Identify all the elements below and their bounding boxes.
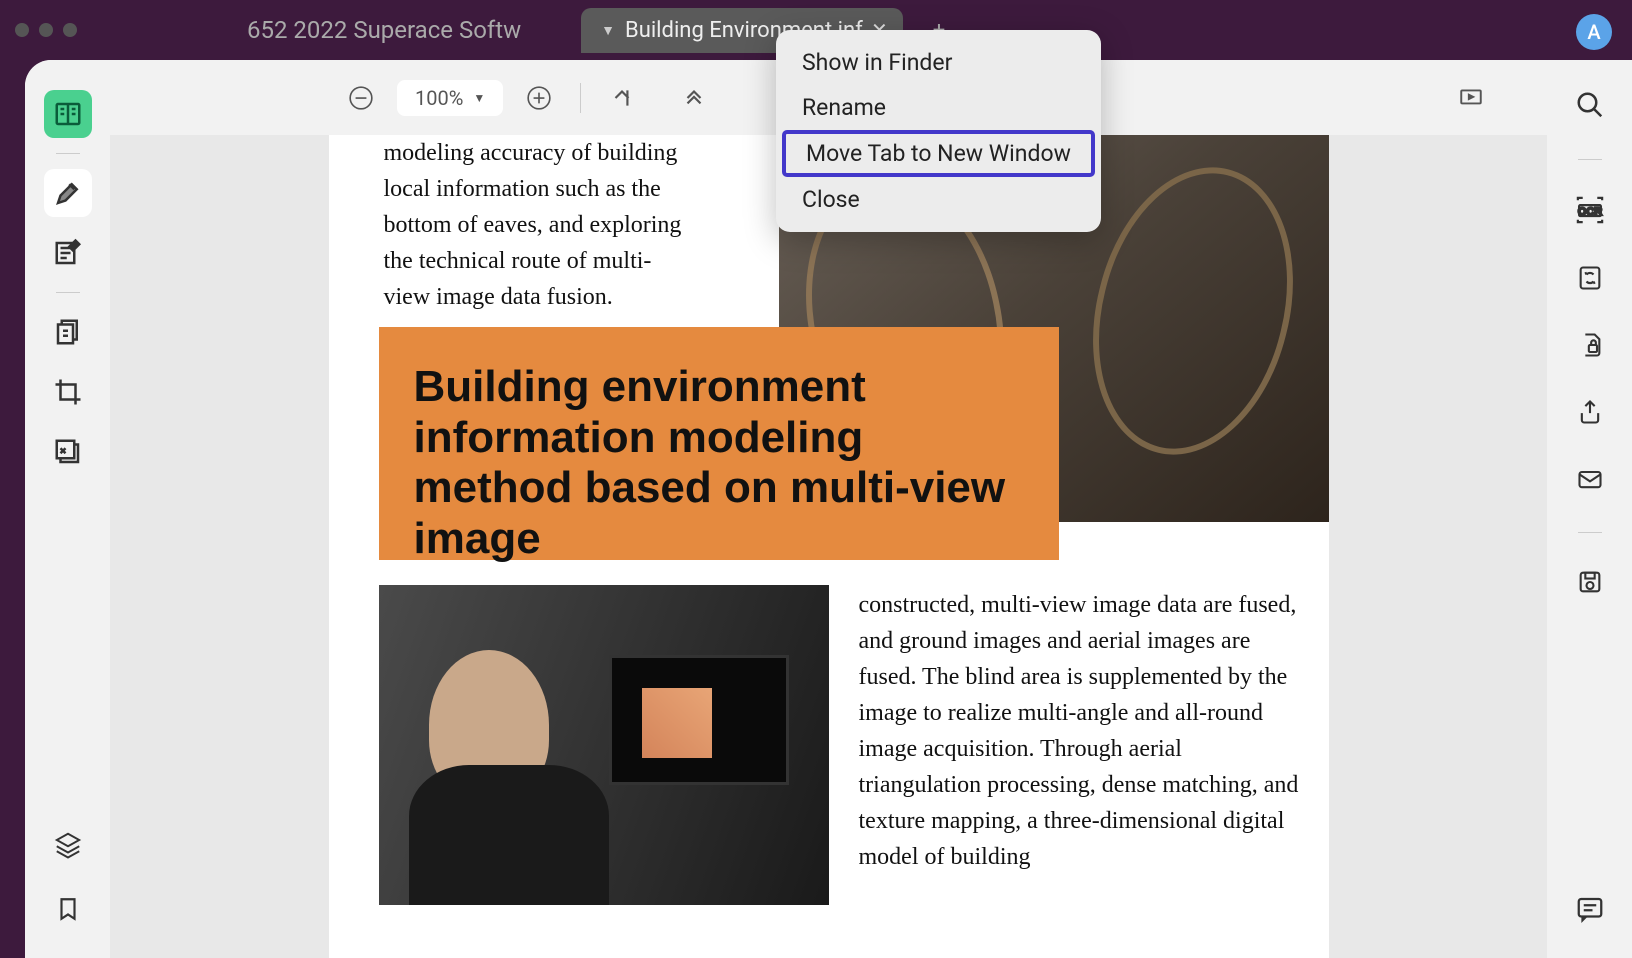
page-manager-button[interactable] bbox=[44, 308, 92, 356]
document-viewport[interactable]: modeling accuracy of building local info… bbox=[110, 135, 1547, 958]
tab-dropdown-icon[interactable]: ▼ bbox=[601, 22, 615, 39]
document-page: modeling accuracy of building local info… bbox=[329, 135, 1329, 958]
article-heading: Building environment information modelin… bbox=[414, 362, 1024, 564]
reader-mode-button[interactable] bbox=[44, 90, 92, 138]
rail-separator bbox=[56, 292, 80, 293]
zoom-in-button[interactable] bbox=[518, 77, 560, 119]
zoom-out-button[interactable] bbox=[340, 77, 382, 119]
bookmark-button[interactable] bbox=[55, 894, 81, 928]
prev-page-button[interactable] bbox=[673, 77, 715, 119]
zoom-level-value: 100% bbox=[415, 86, 463, 110]
figure-workstation bbox=[379, 585, 829, 905]
layers-button[interactable] bbox=[53, 830, 83, 864]
left-tool-rail bbox=[25, 60, 110, 958]
heading-callout: Building environment information modelin… bbox=[379, 327, 1059, 560]
email-button[interactable] bbox=[1576, 465, 1604, 497]
first-page-button[interactable] bbox=[601, 77, 643, 119]
rail-separator bbox=[1578, 532, 1602, 533]
highlight-tool-button[interactable] bbox=[44, 169, 92, 217]
rail-separator bbox=[1578, 159, 1602, 160]
body-text-lower: constructed, multi-view image data are f… bbox=[859, 587, 1304, 875]
background-tab-title[interactable]: 652 2022 Superace Softw bbox=[247, 16, 521, 44]
close-window-button[interactable] bbox=[15, 23, 29, 37]
protect-button[interactable] bbox=[1576, 331, 1604, 363]
user-avatar[interactable]: A bbox=[1576, 14, 1612, 50]
menu-move-to-new-window[interactable]: Move Tab to New Window bbox=[782, 130, 1095, 177]
menu-rename[interactable]: Rename bbox=[776, 85, 1101, 130]
minimize-window-button[interactable] bbox=[39, 23, 53, 37]
tab-context-menu: Show in Finder Rename Move Tab to New Wi… bbox=[776, 30, 1101, 232]
save-button[interactable] bbox=[1576, 568, 1604, 600]
right-tool-rail: OCR bbox=[1547, 60, 1632, 958]
maximize-window-button[interactable] bbox=[63, 23, 77, 37]
search-button[interactable] bbox=[1575, 90, 1605, 124]
zoom-level-dropdown[interactable]: 100% ▼ bbox=[397, 80, 503, 116]
menu-close[interactable]: Close bbox=[776, 177, 1101, 222]
share-button[interactable] bbox=[1576, 398, 1604, 430]
toolbar-separator bbox=[580, 83, 581, 113]
comments-button[interactable] bbox=[1575, 894, 1605, 928]
presentation-mode-button[interactable] bbox=[1450, 77, 1492, 119]
chevron-down-icon: ▼ bbox=[473, 91, 485, 105]
window-controls bbox=[15, 23, 77, 37]
body-text-upper: modeling accuracy of building local info… bbox=[384, 135, 694, 315]
rail-separator bbox=[56, 153, 80, 154]
crop-tool-button[interactable] bbox=[44, 368, 92, 416]
annotate-tool-button[interactable] bbox=[44, 229, 92, 277]
batch-tool-button[interactable] bbox=[44, 428, 92, 476]
ocr-button[interactable]: OCR bbox=[1573, 195, 1607, 229]
convert-button[interactable] bbox=[1576, 264, 1604, 296]
menu-show-in-finder[interactable]: Show in Finder bbox=[776, 40, 1101, 85]
